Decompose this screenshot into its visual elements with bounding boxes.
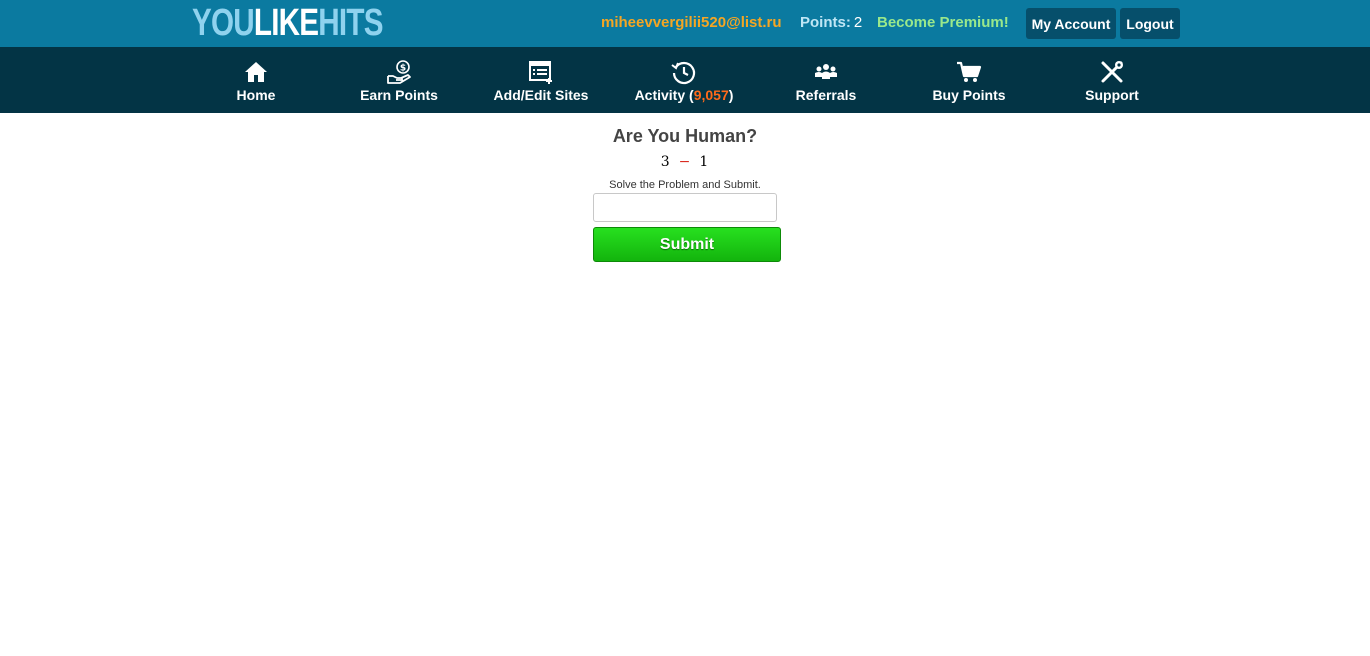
activity-text: Activity xyxy=(634,87,686,103)
captcha-title: Are You Human? xyxy=(612,126,758,146)
logout-button[interactable]: Logout xyxy=(1120,8,1180,39)
captcha-problem: 3−1 xyxy=(0,154,1370,170)
sites-list-icon xyxy=(529,61,552,84)
shopping-cart-icon xyxy=(957,61,982,82)
points-label: Points: xyxy=(800,14,851,31)
nav-add-edit-sites[interactable]: Add/Edit Sites xyxy=(487,47,595,113)
tools-icon xyxy=(1101,61,1123,83)
points-value: 2 xyxy=(853,14,863,31)
logo-part-hits: HITS xyxy=(318,2,383,44)
site-logo[interactable]: YOULIKEHITS xyxy=(192,2,383,44)
points-display: Points: 2 xyxy=(800,14,862,31)
nav-buy-label: Buy Points xyxy=(932,87,1006,103)
captcha-answer-input[interactable] xyxy=(593,193,777,222)
nav-support-label: Support xyxy=(1085,87,1139,103)
my-account-button[interactable]: My Account xyxy=(1026,8,1116,39)
logo-part-you: YOU xyxy=(192,2,255,44)
activity-count: 9,057 xyxy=(693,87,729,103)
nav-home[interactable]: Home xyxy=(216,47,296,113)
nav-support[interactable]: Support xyxy=(1076,47,1148,113)
home-icon xyxy=(245,62,267,82)
user-email[interactable]: miheevvergilii520@list.ru xyxy=(601,14,782,31)
referrals-icon xyxy=(815,64,837,79)
top-header: YOULIKEHITS miheevvergilii520@list.ru Po… xyxy=(0,0,1370,47)
nav-home-label: Home xyxy=(236,87,276,103)
operand-1: 3 xyxy=(660,154,671,170)
nav-referrals-label: Referrals xyxy=(795,87,857,103)
nav-activity-label: Activity (9,057) xyxy=(634,87,734,103)
nav-activity[interactable]: Activity (9,057) xyxy=(628,47,740,113)
nav-earn-label: Earn Points xyxy=(360,87,438,103)
nav-earn-points[interactable]: $ Earn Points xyxy=(350,47,448,113)
hand-money-icon: $ xyxy=(387,60,411,84)
history-icon xyxy=(671,61,696,85)
nav-sites-label: Add/Edit Sites xyxy=(493,87,589,103)
submit-button[interactable]: Submit xyxy=(593,227,781,262)
become-premium-link[interactable]: Become Premium! xyxy=(877,14,1009,31)
svg-text:$: $ xyxy=(400,64,406,74)
nav-buy-points[interactable]: Buy Points xyxy=(925,47,1013,113)
logo-part-like: LIKE xyxy=(253,2,319,44)
captcha-hint: Solve the Problem and Submit. xyxy=(609,179,761,191)
operator: − xyxy=(678,154,692,170)
operand-2: 1 xyxy=(699,154,710,170)
main-nav: Home $ Earn Points Add/Edit Sites Activi… xyxy=(0,47,1370,113)
nav-referrals[interactable]: Referrals xyxy=(786,47,866,113)
